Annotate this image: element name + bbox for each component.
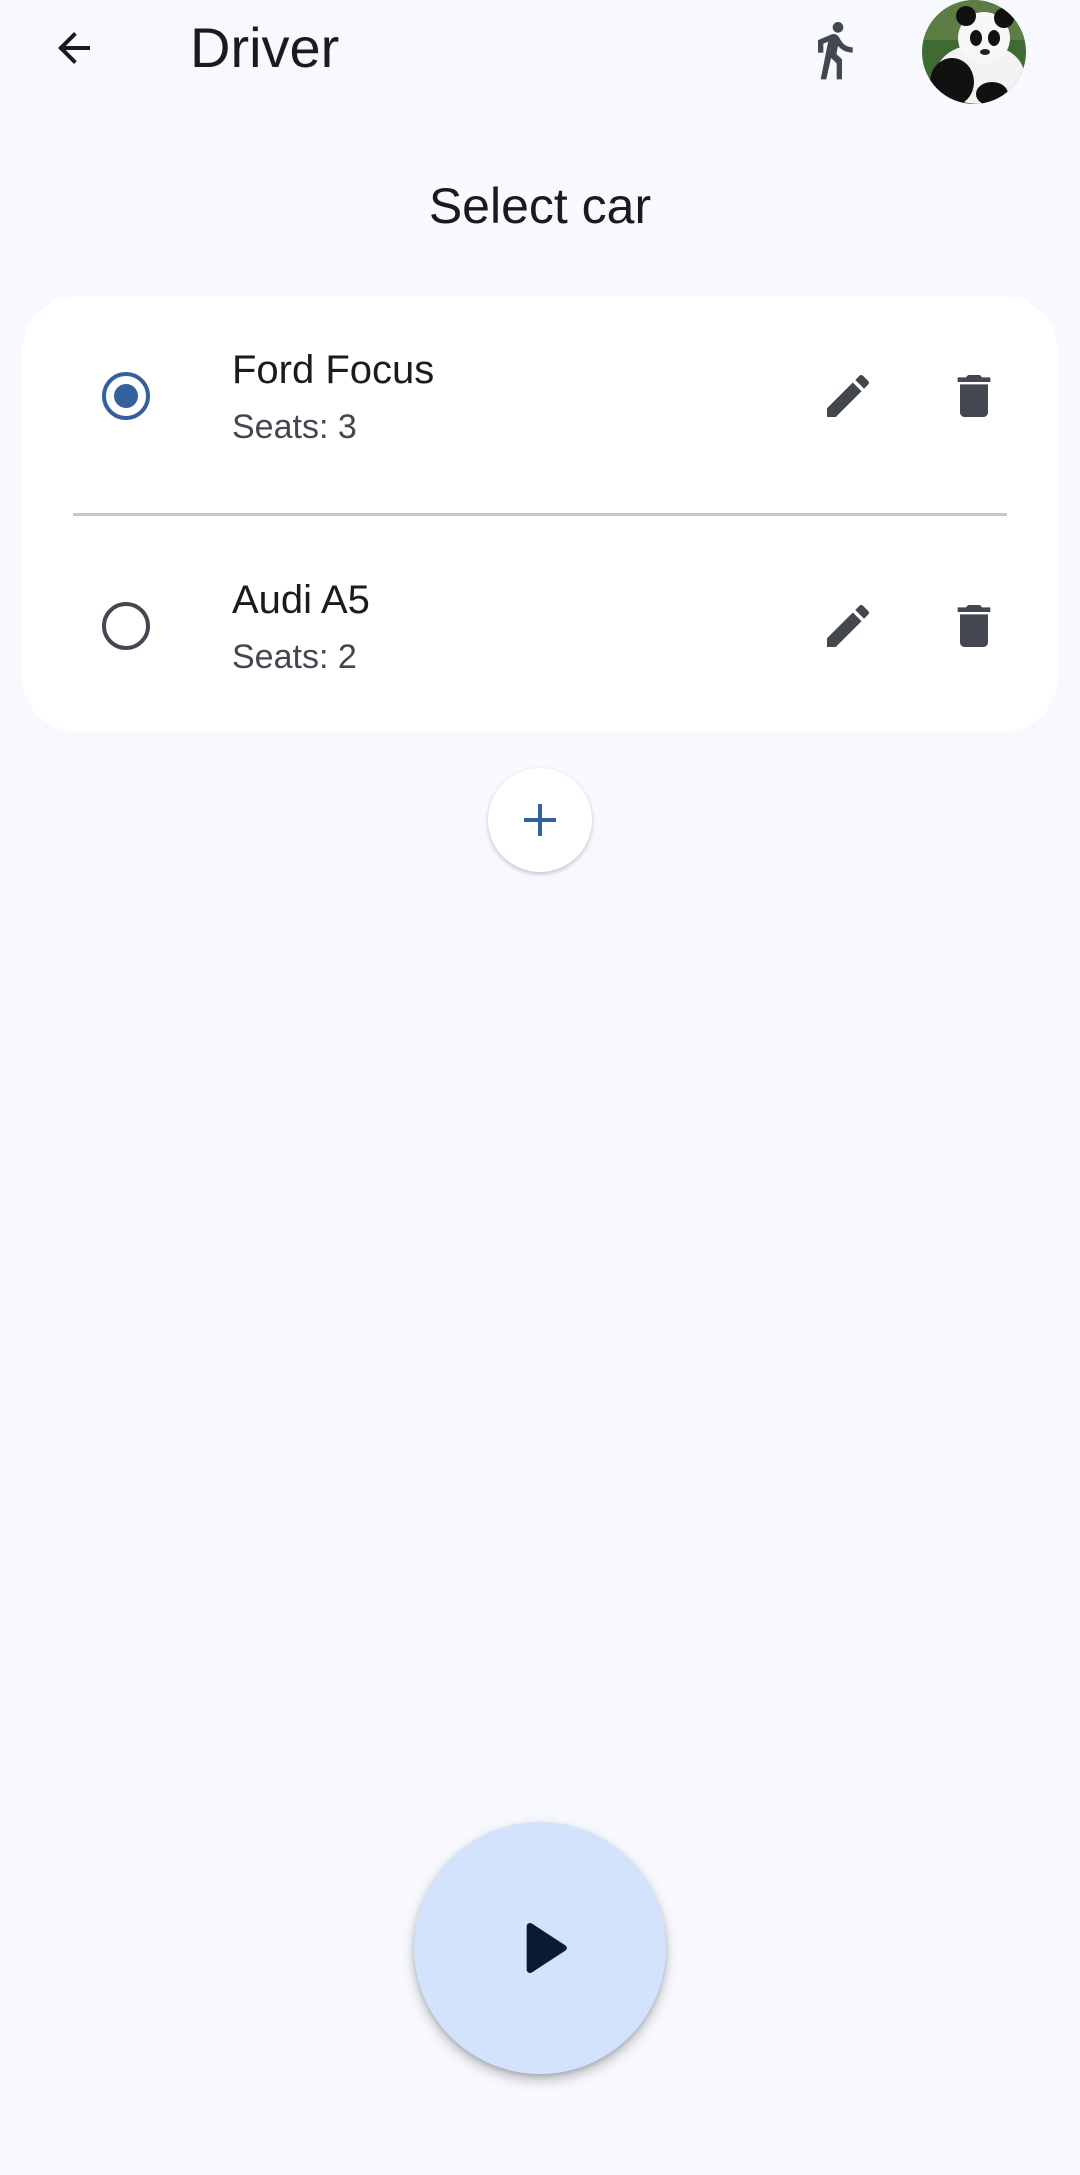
car-seats: Seats: 3 (232, 408, 357, 446)
page-title: Driver (190, 16, 340, 79)
start-button[interactable] (414, 1822, 666, 2074)
directions-walk-icon (818, 22, 853, 80)
back-button[interactable] (36, 10, 112, 86)
play-icon (526, 1922, 567, 1974)
car-name: Ford Focus (232, 348, 435, 392)
car-radio-selected[interactable] (102, 372, 150, 420)
driver-screen: Driver Select car Ford Focus Seats: 3 Au… (0, 0, 1080, 2175)
edit-car-button[interactable] (808, 586, 888, 666)
car-list-item[interactable]: Ford Focus Seats: 3 (22, 296, 1058, 496)
add-car-button[interactable] (488, 768, 592, 872)
car-list-card: Ford Focus Seats: 3 Audi A5 Seats: 2 (22, 296, 1058, 732)
list-divider (73, 513, 1007, 516)
car-list-item[interactable]: Audi A5 Seats: 2 (22, 526, 1058, 726)
trash-icon (957, 605, 991, 647)
arrow-back-icon (58, 32, 90, 64)
section-title: Select car (428, 178, 652, 234)
car-name: Audi A5 (232, 578, 370, 622)
panda-avatar-icon (922, 0, 1026, 104)
delete-car-button[interactable] (934, 586, 1014, 666)
trash-icon (957, 375, 991, 417)
edit-car-button[interactable] (808, 356, 888, 436)
avatar[interactable] (922, 0, 1026, 104)
car-radio-unselected[interactable] (102, 602, 150, 650)
walk-mode-button[interactable] (794, 10, 874, 90)
edit-pencil-icon (827, 604, 870, 647)
edit-pencil-icon (827, 374, 870, 417)
car-seats: Seats: 2 (232, 638, 357, 676)
delete-car-button[interactable] (934, 356, 1014, 436)
plus-icon (524, 804, 556, 836)
top-app-bar: Driver (0, 0, 1080, 104)
